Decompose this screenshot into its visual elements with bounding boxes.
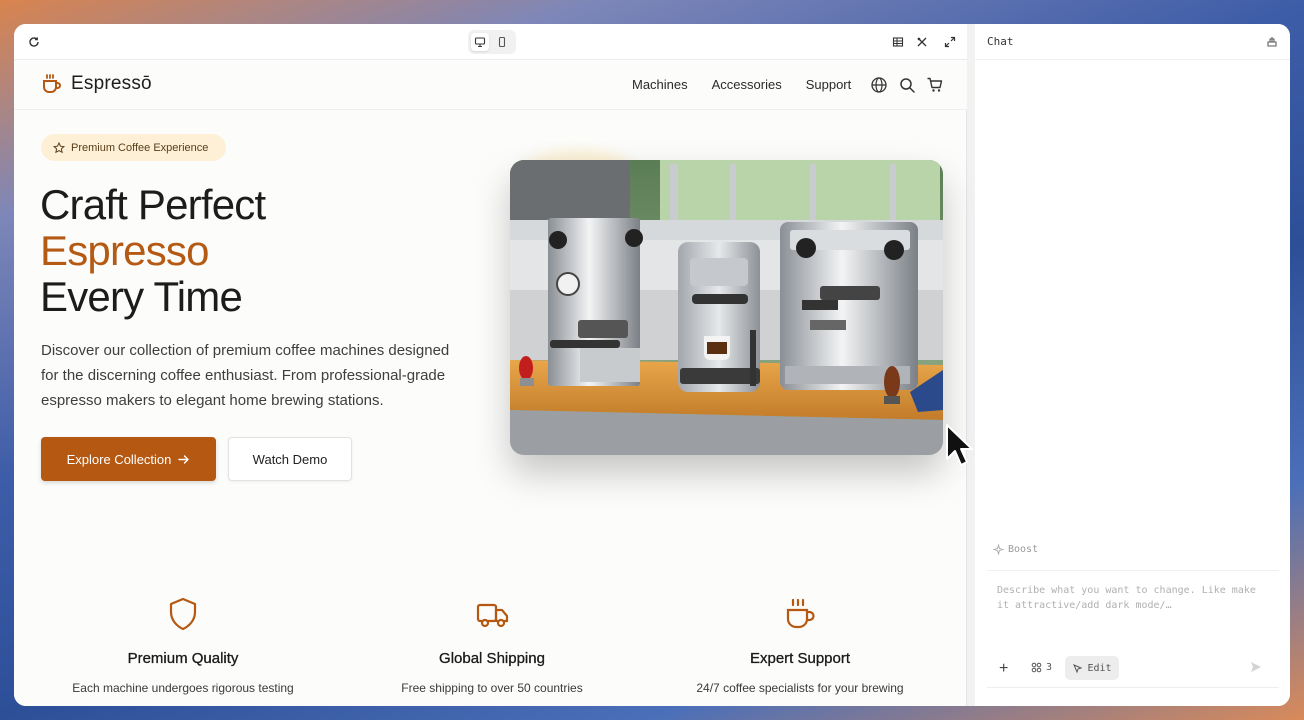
hero-title-line3: Every Time [40,273,243,320]
main-nav: Machines Accessories Support [632,77,851,92]
preview-toolbar [14,24,967,60]
tools-icon[interactable] [914,34,930,50]
logo-text: Espressō [71,73,152,94]
badge-text: Premium Coffee Experience [71,141,209,154]
feature-premium-quality: Premium Quality Each machine undergoes r… [38,596,328,697]
shield-icon [166,596,200,632]
table-layout-icon[interactable] [890,34,906,50]
search-icon[interactable] [898,76,916,94]
explore-collection-button[interactable]: Explore Collection [41,437,216,481]
truck-icon [475,596,509,632]
arrow-right-icon [178,454,190,464]
attachments-count-value: 3 [1046,662,1053,673]
hero-image-espresso-machines [510,160,943,455]
edit-label: Edit [1087,662,1112,674]
feature-title: Premium Quality [127,650,239,667]
chat-actions: + 3 Edit [987,654,1279,688]
monitor-icon [474,37,486,48]
broom-icon[interactable] [1266,35,1278,53]
components-icon [1031,662,1042,673]
device-switcher [468,30,516,54]
feature-global-shipping: Global Shipping Free shipping to over 50… [347,596,637,697]
hero-title-line1: Craft Perfect [40,181,266,228]
watch-demo-label: Watch Demo [252,451,328,467]
feature-text: 24/7 coffee specialists for your brewing [696,681,904,695]
feature-title: Expert Support [749,650,851,667]
preview-pane: Espressō Machines Accessories Support Pr… [14,24,973,706]
explore-collection-label: Explore Collection [66,451,172,467]
hero-title: Craft Perfect Espresso Every Time [40,181,266,320]
hero-badge: Premium Coffee Experience [41,134,226,161]
sparkle-icon [993,544,1004,555]
hero-title-accent: Espresso [40,227,209,274]
send-icon[interactable] [1249,660,1267,678]
coffee-cup-icon [783,596,817,632]
boost-toggle[interactable]: Boost [993,544,1038,555]
refresh-icon[interactable] [26,34,42,50]
hero-description: Discover our collection of premium coffe… [41,342,450,409]
phone-icon [498,36,506,48]
site-logo[interactable]: Espressō [40,72,152,96]
expand-icon[interactable] [942,34,958,50]
chat-input-box [987,570,1279,652]
mouse-cursor-icon [944,422,978,470]
nav-item-machines[interactable]: Machines [632,77,688,92]
chat-header: Chat [975,24,1290,60]
chat-panel: Chat Boost + 3 Edit [975,24,1290,706]
nav-item-support[interactable]: Support [806,77,852,92]
edit-mode-button[interactable]: Edit [1065,656,1119,680]
mobile-view-button[interactable] [493,33,511,51]
chat-input[interactable] [987,571,1279,652]
app-window: Espressō Machines Accessories Support Pr… [14,24,1290,706]
watch-demo-button[interactable]: Watch Demo [228,437,352,481]
coffee-cup-logo-icon [43,74,61,93]
feature-title: Global Shipping [439,650,545,667]
site-header: Espressō Machines Accessories Support [14,60,967,110]
feature-text: Free shipping to over 50 countries [401,681,583,695]
add-attachment-button[interactable]: + [999,660,1008,678]
feature-text: Each machine undergoes rigorous testing [72,681,294,695]
pointer-edit-icon [1073,663,1083,673]
desktop-view-button[interactable] [471,33,489,51]
chat-title: Chat [987,35,1014,48]
boost-label: Boost [1008,544,1039,555]
globe-icon[interactable] [870,76,888,94]
cart-icon[interactable] [926,76,944,94]
feature-expert-support: Expert Support 24/7 coffee specialists f… [655,596,945,697]
nav-item-accessories[interactable]: Accessories [712,77,782,92]
star-icon [53,141,65,153]
attachments-count[interactable]: 3 [1031,662,1052,673]
